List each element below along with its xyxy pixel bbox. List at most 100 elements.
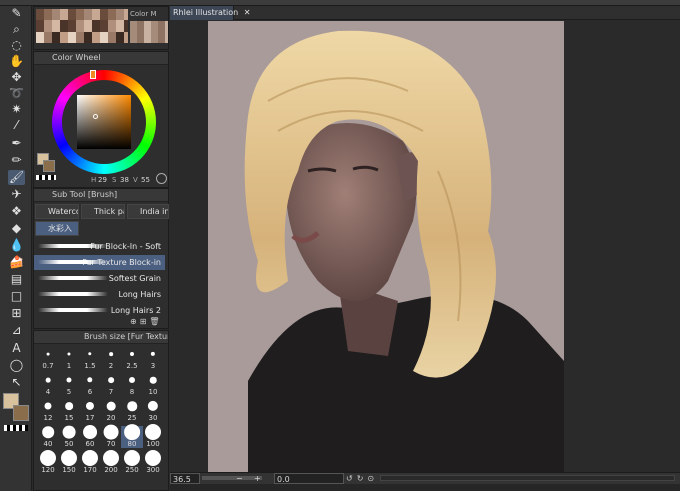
brush-size-20[interactable]: 20 — [100, 400, 122, 422]
brush-size-100[interactable]: 100 — [142, 424, 164, 448]
zoom-in-icon[interactable]: + — [254, 473, 261, 484]
brush-size-30[interactable]: 30 — [142, 400, 164, 422]
brush-size-label: 40 — [43, 440, 53, 448]
brush-size-label: 80 — [127, 440, 137, 448]
canvas-tab[interactable]: Rhlei Illustration ✕ — [170, 6, 250, 20]
illustration-canvas[interactable] — [208, 21, 564, 472]
lasso-tool-icon[interactable]: ➰ — [8, 86, 25, 101]
brush-size-6[interactable]: 6 — [79, 374, 101, 396]
brush-size-60[interactable]: 60 — [79, 425, 101, 448]
ruler-tool-icon[interactable]: ⊿ — [8, 323, 25, 338]
gradient-tool-icon[interactable]: ▤ — [8, 272, 25, 287]
pencil-tool-icon[interactable]: ✏ — [8, 153, 25, 168]
brush-size-7[interactable]: 7 — [100, 374, 122, 396]
brush-item[interactable]: Long Hairs 2 — [34, 303, 165, 318]
brush-size-10[interactable]: 10 — [142, 374, 164, 396]
angle-field[interactable]: 0.0 — [274, 473, 344, 484]
move-tool-icon[interactable]: ✥ — [8, 70, 25, 85]
tab-india-ink[interactable]: India ink — [127, 204, 169, 219]
brush-size-12[interactable]: 12 — [37, 400, 59, 422]
brush-size-label: 4 — [45, 388, 51, 396]
s-label: S — [112, 176, 117, 184]
balloon-tool-icon[interactable]: ◯ — [8, 358, 25, 373]
brush-size-label: 100 — [146, 440, 160, 448]
cw-sub-color[interactable] — [43, 160, 55, 172]
color-picker-cursor — [93, 114, 98, 119]
h-label: H — [91, 176, 97, 184]
saturation-value-square[interactable] — [77, 95, 131, 149]
v-label: V — [133, 176, 138, 184]
rotate-tool-icon[interactable]: ◌ — [8, 38, 25, 53]
zoom-tool-icon[interactable]: ⌕ — [8, 22, 25, 37]
brush-size-300[interactable]: 300 — [142, 450, 164, 474]
brush-item[interactable]: Long Hairs — [34, 287, 165, 302]
brush-size-label: 17 — [85, 414, 95, 422]
sub-tool-actions[interactable]: ⊕⊞🗑 — [130, 317, 166, 327]
brush-item[interactable]: Softest Grain — [34, 271, 165, 286]
airbrush-tool-icon[interactable]: ✈ — [8, 187, 25, 202]
tab-watercolor[interactable]: Watercolor — [35, 204, 79, 219]
figure-tool-icon[interactable]: □ — [8, 289, 25, 304]
pen-icon[interactable]: ✒ — [8, 136, 25, 151]
zoom-field[interactable]: 36.5 — [170, 473, 200, 484]
brush-size-25[interactable]: 25 — [121, 400, 143, 422]
sub-color-swatch[interactable] — [13, 405, 29, 421]
h-value: 29 — [98, 176, 107, 184]
brush-size-3[interactable]: 3 — [142, 348, 164, 370]
brush-tool-icon[interactable]: 🖌 — [8, 170, 25, 185]
correct-line-tool-icon[interactable]: ↖ — [8, 375, 25, 390]
text-tool-icon[interactable]: A — [8, 341, 25, 356]
brush-size-label: 120 — [41, 466, 55, 474]
color-swatch-grid-extra[interactable] — [130, 21, 168, 43]
pen-tool-icon[interactable]: ✎ — [8, 6, 25, 21]
brush-item-selected[interactable]: Fur Texture Block-in — [34, 255, 165, 270]
brush-size-label: 6 — [87, 388, 93, 396]
brush-size-label: 12 — [43, 414, 53, 422]
eyedropper-tool-icon[interactable]: ⁄ — [8, 118, 25, 133]
rotation-controls[interactable]: ↺↻⊙ — [346, 473, 378, 484]
tab-watercolor-cn[interactable]: 水彩入 — [35, 221, 79, 236]
fill-tool-icon[interactable]: 🍰 — [8, 255, 25, 270]
close-icon[interactable]: ✕ — [244, 8, 251, 17]
blend-tool-icon[interactable]: 💧 — [8, 238, 25, 253]
brush-size-2.5[interactable]: 2.5 — [121, 348, 143, 370]
color-mode-icon[interactable] — [156, 173, 167, 184]
frame-tool-icon[interactable]: ⊞ — [8, 306, 25, 321]
brush-size-50[interactable]: 50 — [58, 425, 80, 448]
brush-size-8[interactable]: 8 — [121, 374, 143, 396]
brush-size-label: 15 — [64, 414, 74, 422]
brush-size-1[interactable]: 1 — [58, 348, 80, 370]
brush-size-title: Brush size [Fur Texture Block- — [34, 331, 168, 344]
hue-marker — [90, 70, 96, 79]
color-swatch-grid[interactable] — [36, 9, 128, 43]
brush-size-17[interactable]: 17 — [79, 400, 101, 422]
brush-size-5[interactable]: 5 — [58, 374, 80, 396]
brush-size-120[interactable]: 120 — [37, 450, 59, 474]
brush-size-4[interactable]: 4 — [37, 374, 59, 396]
zoom-out-icon[interactable]: − — [236, 473, 243, 484]
zoom-slider[interactable] — [202, 476, 262, 480]
tab-thick-paint[interactable]: Thick paint — [81, 204, 125, 219]
brush-size-2[interactable]: 2 — [100, 348, 122, 370]
brush-item[interactable]: Fur Block-In - Soft — [34, 239, 165, 254]
brush-size-1.5[interactable]: 1.5 — [79, 348, 101, 370]
brush-size-70[interactable]: 70 — [100, 424, 122, 448]
hue-ring[interactable] — [52, 70, 156, 174]
horizontal-scrollbar[interactable] — [380, 475, 675, 481]
brush-size-40[interactable]: 40 — [37, 426, 59, 448]
brush-size-170[interactable]: 170 — [79, 450, 101, 474]
magic-wand-tool-icon[interactable]: ✷ — [8, 102, 25, 117]
brush-size-label: 5 — [66, 388, 72, 396]
brush-size-15[interactable]: 15 — [58, 400, 80, 422]
brush-size-250[interactable]: 250 — [121, 450, 143, 474]
brush-size-0.7[interactable]: 0.7 — [37, 348, 59, 370]
brush-size-label: 1.5 — [84, 362, 96, 370]
transparent-swatch[interactable] — [4, 425, 28, 431]
cw-transparent[interactable] — [36, 175, 56, 180]
brush-size-200[interactable]: 200 — [100, 450, 122, 474]
decoration-tool-icon[interactable]: ❖ — [8, 204, 25, 219]
eraser-tool-icon[interactable]: ◆ — [8, 221, 25, 236]
hand-tool-icon[interactable]: ✋ — [8, 54, 25, 69]
brush-size-80[interactable]: 80 — [121, 424, 143, 448]
brush-size-150[interactable]: 150 — [58, 450, 80, 474]
